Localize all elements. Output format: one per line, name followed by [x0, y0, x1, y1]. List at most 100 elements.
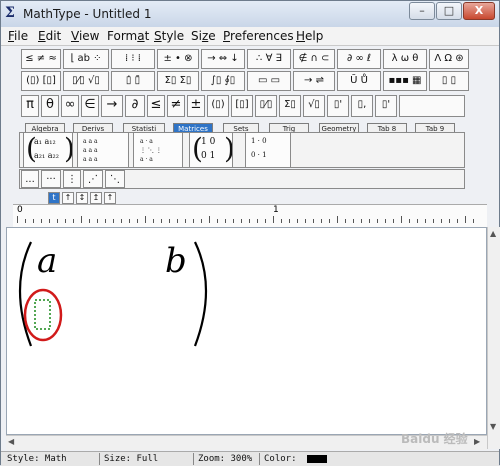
- vertical-scrollbar[interactable]: ▲ ▼: [487, 227, 500, 449]
- palette-sums[interactable]: Σ▯ Σ▯: [157, 71, 199, 91]
- matrix-cell-b[interactable]: b: [165, 241, 187, 281]
- ruler-tick: [65, 219, 66, 223]
- small-bar-subscript[interactable]: ▯,: [351, 95, 373, 117]
- ruler-tick: [377, 219, 378, 223]
- horizontal-scrollbar[interactable]: ◀ ▶ Baidu 经验: [6, 432, 487, 450]
- empty-slot-placeholder[interactable]: [34, 299, 51, 330]
- ruler-tick: [233, 219, 234, 223]
- scroll-left-icon[interactable]: ◀: [8, 437, 14, 446]
- palette-spaces[interactable]: ⌊ ab ⁘: [63, 49, 109, 69]
- scroll-up-icon[interactable]: ▲: [490, 229, 496, 238]
- dots-vertical[interactable]: ⋮: [63, 170, 81, 188]
- size-top-button[interactable]: ↥: [90, 192, 102, 204]
- palette-boxes[interactable]: ▯ ▯: [429, 71, 469, 91]
- menu-size[interactable]: Size: [191, 29, 216, 43]
- palette-greek-upper[interactable]: Λ Ω ⊛: [429, 49, 469, 69]
- dots-baseline[interactable]: ...: [21, 170, 39, 188]
- dots-up-diagonal[interactable]: ⋰: [83, 170, 103, 188]
- palette-embellishments[interactable]: ⁞ ⁝ ⁞: [111, 49, 155, 69]
- size-raise-button[interactable]: ↑: [104, 192, 116, 204]
- small-bar-empty-slot[interactable]: [399, 95, 465, 117]
- matrix-right-paren: [193, 241, 208, 347]
- palette-misc[interactable]: ∂ ∞ ℓ: [337, 49, 381, 69]
- ruler-tick: [321, 219, 322, 223]
- dots-down-diagonal[interactable]: ⋱: [105, 170, 125, 188]
- menu-preferences[interactable]: Preferences: [223, 29, 294, 43]
- template-diagonal-matrix[interactable]: 1 · 0 0 · 1: [245, 132, 291, 168]
- menu-preferences-accel: P: [223, 29, 231, 43]
- small-bar-arrow[interactable]: →: [101, 95, 123, 117]
- palette-matrices[interactable]: ▪▪▪ ▦: [383, 71, 427, 91]
- template-nxn-matrix[interactable]: a · a ⋮ ⋱ ⋮ a · a: [133, 132, 183, 168]
- small-bar-sum[interactable]: Σ▯: [279, 95, 301, 117]
- menu-format[interactable]: Format: [107, 29, 149, 43]
- ruler[interactable]: 0 1: [13, 204, 487, 228]
- palette-fractions[interactable]: ▯⁄▯ √▯: [63, 71, 109, 91]
- menu-style[interactable]: Style: [154, 29, 184, 43]
- small-bar-sqrt[interactable]: √▯: [303, 95, 325, 117]
- palette-operators[interactable]: ± • ⊗: [157, 49, 199, 69]
- palette-logic[interactable]: ∴ ∀ ∃: [247, 49, 291, 69]
- size-updown-button[interactable]: ↕: [76, 192, 88, 204]
- ruler-tick: [313, 219, 314, 223]
- small-bar-partial[interactable]: ∂: [125, 95, 145, 117]
- size-up-button[interactable]: ↑: [62, 192, 74, 204]
- size-text-button[interactable]: t: [48, 192, 60, 204]
- small-bar-plusminus[interactable]: ±: [187, 95, 205, 117]
- small-bar-prime[interactable]: ▯': [375, 95, 397, 117]
- ruler-tick: [465, 216, 466, 223]
- template-identity-matrix[interactable]: ( 1 0 0 1 ): [189, 132, 233, 168]
- palette-bars[interactable]: ▭ ▭: [247, 71, 291, 91]
- ruler-tick: [209, 216, 210, 223]
- small-bar-neq[interactable]: ≠: [167, 95, 185, 117]
- palette-fences[interactable]: (▯) [▯]: [21, 71, 61, 91]
- scroll-right-icon[interactable]: ▶: [474, 437, 480, 446]
- window-title: MathType - Untitled 1: [23, 7, 152, 21]
- ruler-tick: [241, 219, 242, 223]
- ruler-tick: [353, 219, 354, 223]
- small-bar-leq[interactable]: ≤: [147, 95, 165, 117]
- small-bar-pi[interactable]: π: [21, 95, 39, 117]
- ruler-tick: [345, 219, 346, 223]
- menu-edit[interactable]: Edit: [38, 29, 61, 43]
- status-sep-1: [99, 453, 100, 465]
- ruler-tick: [249, 219, 250, 223]
- minimize-button[interactable]: –: [409, 2, 435, 20]
- ruler-tick: [457, 219, 458, 223]
- menu-help[interactable]: Help: [296, 29, 323, 43]
- ruler-tick: [113, 219, 114, 223]
- template-3x3-matrix[interactable]: a a aa a aa a a: [77, 132, 129, 168]
- palette-labeled-arrows[interactable]: → ⇌: [293, 71, 335, 91]
- small-bar-infinity[interactable]: ∞: [61, 95, 79, 117]
- small-bar-parens[interactable]: (▯): [207, 95, 229, 117]
- palette-relations[interactable]: ≤ ≠ ≈: [21, 49, 61, 69]
- close-button[interactable]: X: [463, 2, 495, 20]
- palette-scripts[interactable]: ▯̇ ▯̄: [111, 71, 155, 91]
- watermark: Baidu 经验: [401, 432, 468, 446]
- small-bar-brackets[interactable]: [▯]: [231, 95, 253, 117]
- menu-style-rest: tyle: [161, 29, 185, 43]
- palette-products[interactable]: Ū Ů: [337, 71, 381, 91]
- status-color-swatch[interactable]: [307, 455, 327, 463]
- scroll-down-icon[interactable]: ▼: [490, 422, 496, 431]
- palette-arrows[interactable]: → ⇔ ↓: [201, 49, 245, 69]
- small-bar-element-of[interactable]: ∈: [81, 95, 99, 117]
- palette-integrals[interactable]: ∫▯ ∮▯: [201, 71, 245, 91]
- palette-sets[interactable]: ∉ ∩ ⊂: [293, 49, 335, 69]
- palette-greek-lower[interactable]: λ ω θ: [383, 49, 427, 69]
- ruler-tick: [169, 219, 170, 223]
- small-bar-fraction[interactable]: ▯⁄▯: [255, 95, 277, 117]
- template-2x2-matrix[interactable]: ( a₁ a₁₂ a₂₁ a₂₂ ): [23, 132, 73, 168]
- small-bar-theta[interactable]: θ: [41, 95, 59, 117]
- maximize-button[interactable]: □: [436, 2, 462, 20]
- status-style: Style: Math: [7, 454, 67, 464]
- menu-view[interactable]: View: [71, 29, 99, 43]
- small-bar-superscript[interactable]: ▯': [327, 95, 349, 117]
- ruler-tick: [297, 219, 298, 223]
- matrix-cell-a[interactable]: a: [37, 241, 57, 281]
- menu-size-pre: Si: [191, 29, 202, 43]
- equation-editor[interactable]: a b: [6, 227, 487, 435]
- menu-file[interactable]: File: [8, 29, 28, 43]
- menu-preferences-rest: references: [230, 29, 294, 43]
- dots-center[interactable]: ···: [41, 170, 61, 188]
